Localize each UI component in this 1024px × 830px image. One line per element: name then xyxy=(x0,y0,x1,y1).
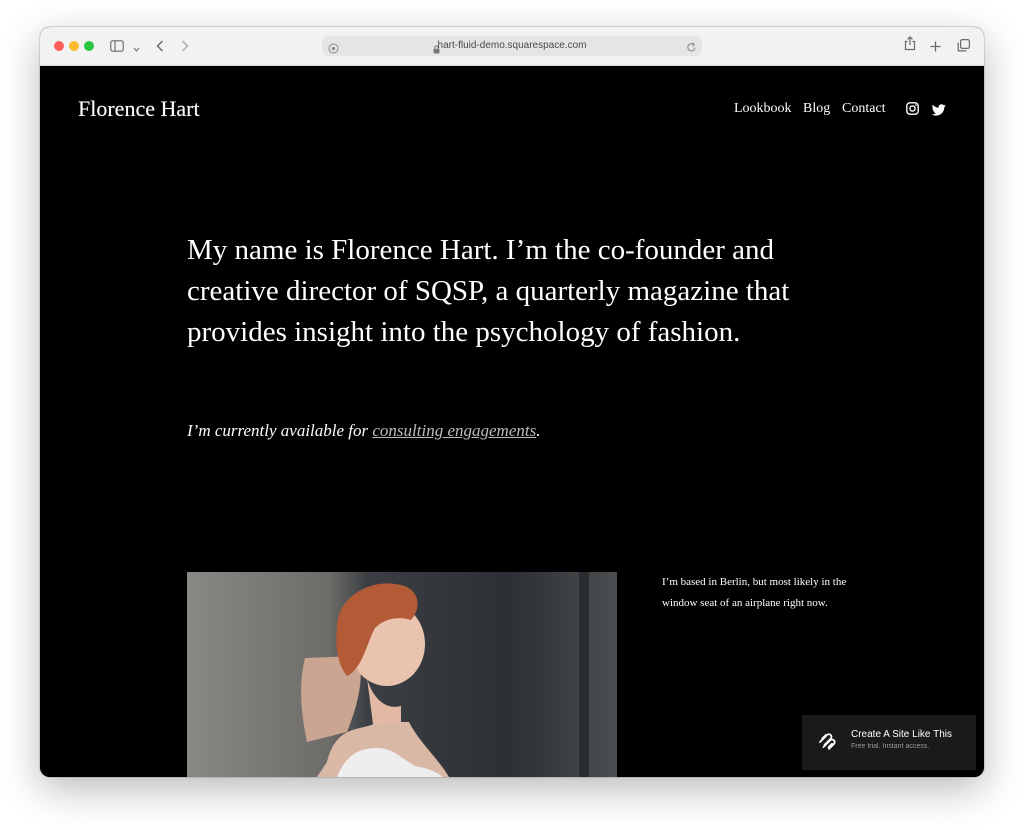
new-tab-icon[interactable] xyxy=(930,38,941,56)
chevron-down-icon[interactable] xyxy=(133,39,140,57)
hero-intro-text: My name is Florence Hart. I’m the co-fou… xyxy=(187,234,790,348)
squarespace-logo-icon xyxy=(817,731,837,751)
nav-link-lookbook[interactable]: Lookbook xyxy=(734,101,792,117)
reload-icon[interactable] xyxy=(686,39,697,57)
availability-text: I’m currently available for consulting e… xyxy=(187,421,540,441)
twitter-icon[interactable] xyxy=(931,103,946,117)
side-note-text: I’m based in Berlin, but most likely in … xyxy=(662,576,847,609)
close-window-button[interactable] xyxy=(54,41,64,51)
minimize-window-button[interactable] xyxy=(69,41,79,51)
share-icon[interactable] xyxy=(904,36,916,55)
website-page: Florence Hart Lookbook Blog Contact My n… xyxy=(40,66,984,777)
nav-link-blog[interactable]: Blog xyxy=(803,101,830,117)
badge-subtitle: Free trial. Instant access. xyxy=(851,743,930,750)
portrait-photo xyxy=(187,572,617,777)
url-text[interactable]: hart-fluid-demo.squarespace.com xyxy=(322,36,702,56)
create-site-badge[interactable]: Create A Site Like This Free trial. Inst… xyxy=(802,715,976,770)
nav-link-contact[interactable]: Contact xyxy=(842,101,886,117)
maximize-window-button[interactable] xyxy=(84,41,94,51)
badge-title[interactable]: Create A Site Like This xyxy=(851,729,952,740)
address-bar[interactable]: hart-fluid-demo.squarespace.com xyxy=(322,36,702,56)
back-icon[interactable] xyxy=(156,38,164,56)
tabs-overview-icon[interactable] xyxy=(957,38,971,56)
forward-icon[interactable] xyxy=(181,38,189,56)
instagram-icon[interactable] xyxy=(906,102,920,116)
browser-toolbar: hart-fluid-demo.squarespace.com xyxy=(40,27,984,66)
availability-prefix: I’m currently available for xyxy=(187,421,373,440)
availability-suffix: . xyxy=(536,421,541,440)
site-title[interactable]: Florence Hart xyxy=(78,96,200,122)
sidebar-icon[interactable] xyxy=(110,38,124,56)
consulting-engagements-link[interactable]: consulting engagements xyxy=(372,421,536,440)
browser-window: hart-fluid-demo.squarespace.com Florence… xyxy=(40,27,984,777)
